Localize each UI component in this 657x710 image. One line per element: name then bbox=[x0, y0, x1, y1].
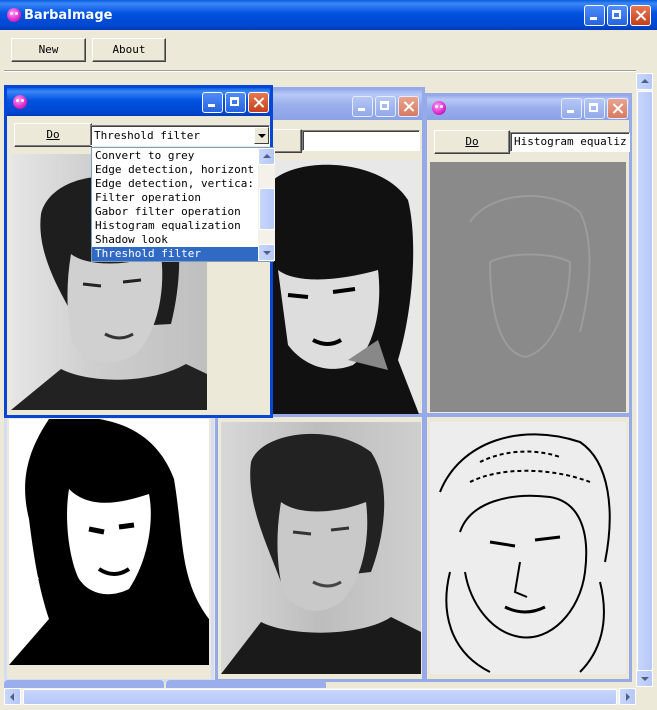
filter-dropdown-list[interactable]: Convert to grey Edge detection, horizont E… bbox=[91, 147, 275, 262]
main-horizontal-scrollbar[interactable] bbox=[4, 688, 636, 705]
main-scroll-up[interactable] bbox=[636, 73, 653, 90]
main-scroll-down[interactable] bbox=[636, 670, 653, 687]
minimized-window-1[interactable] bbox=[4, 680, 164, 688]
w2-minimize-button[interactable] bbox=[352, 96, 373, 117]
close-icon bbox=[399, 97, 418, 116]
image-window-histogram[interactable]: Do Histogram equaliz bbox=[424, 93, 632, 416]
dropdown-option[interactable]: Edge detection, horizont bbox=[92, 163, 258, 177]
dropdown-option[interactable]: Filter operation bbox=[92, 191, 258, 205]
w2-maximize-button[interactable] bbox=[375, 96, 396, 117]
w3-filter-select[interactable]: Histogram equaliz bbox=[510, 132, 630, 152]
minimized-window-2[interactable] bbox=[166, 680, 326, 688]
minimize-icon bbox=[562, 99, 581, 118]
main-hscroll-thumb[interactable] bbox=[23, 689, 617, 705]
w1-filter-value: Threshold filter bbox=[94, 129, 200, 142]
w3-minimize-button[interactable] bbox=[561, 98, 582, 119]
chevron-up-icon bbox=[641, 79, 649, 83]
dropdown-scroll-thumb[interactable] bbox=[259, 188, 275, 230]
w1-dropdown-button[interactable] bbox=[254, 127, 269, 144]
w1-filter-select[interactable]: Threshold filter bbox=[90, 125, 270, 146]
shadow-look-image bbox=[273, 160, 419, 414]
main-minimize-button[interactable] bbox=[584, 5, 605, 26]
chevron-down-icon bbox=[641, 677, 649, 681]
w3-titlebar bbox=[427, 96, 629, 120]
w3-maximize-button[interactable] bbox=[584, 98, 605, 119]
chevron-right-icon bbox=[626, 693, 630, 701]
chevron-down-icon bbox=[263, 251, 271, 255]
toolbar-divider bbox=[4, 70, 636, 72]
dropdown-option[interactable]: Gabor filter operation bbox=[92, 205, 258, 219]
minimize-icon bbox=[203, 93, 222, 112]
app-icon bbox=[432, 101, 446, 115]
histogram-image bbox=[430, 162, 626, 412]
dropdown-option[interactable]: Convert to grey bbox=[92, 149, 258, 163]
image-window-active[interactable]: Do Threshold filter Convert to grey Edge … bbox=[4, 85, 275, 418]
dropdown-option[interactable]: Edge detection, vertica: bbox=[92, 177, 258, 191]
main-titlebar: BarbaImage bbox=[0, 0, 657, 30]
main-scroll-thumb[interactable] bbox=[637, 91, 653, 671]
image-window-bottom-left[interactable] bbox=[4, 414, 214, 682]
main-vertical-scrollbar[interactable] bbox=[636, 73, 653, 687]
threshold-image bbox=[9, 419, 209, 665]
close-icon bbox=[249, 93, 268, 112]
dropdown-option[interactable]: Threshold filter bbox=[92, 247, 258, 261]
w3-close-button[interactable] bbox=[607, 98, 628, 119]
w1-do-button[interactable]: Do bbox=[14, 123, 92, 147]
maximize-icon bbox=[226, 93, 245, 112]
minimize-icon bbox=[353, 97, 372, 116]
w1-close-button[interactable] bbox=[248, 92, 269, 113]
close-icon bbox=[608, 99, 627, 118]
maximize-icon bbox=[585, 99, 604, 118]
app-title: BarbaImage bbox=[24, 8, 113, 23]
image-window-bottom-right[interactable] bbox=[424, 414, 632, 682]
maximize-icon bbox=[608, 6, 627, 25]
minimize-icon bbox=[585, 6, 604, 25]
w1-maximize-button[interactable] bbox=[225, 92, 246, 113]
dropdown-scrollbar[interactable] bbox=[258, 148, 275, 261]
new-button[interactable]: New bbox=[11, 38, 86, 62]
greyscale-image bbox=[221, 422, 421, 674]
main-close-button[interactable] bbox=[630, 5, 651, 26]
w3-do-button[interactable]: Do bbox=[434, 130, 510, 154]
dropdown-scroll-up[interactable] bbox=[258, 148, 275, 165]
dropdown-scroll-down[interactable] bbox=[258, 244, 275, 261]
app-icon bbox=[7, 8, 21, 22]
about-button[interactable]: About bbox=[92, 38, 166, 62]
main-maximize-button[interactable] bbox=[607, 5, 628, 26]
w2-close-button[interactable] bbox=[398, 96, 419, 117]
chevron-up-icon bbox=[263, 154, 271, 158]
close-icon bbox=[631, 6, 650, 25]
main-scroll-left[interactable] bbox=[4, 688, 21, 705]
dropdown-items: Convert to grey Edge detection, horizont E… bbox=[92, 149, 258, 261]
w2-filter-select[interactable] bbox=[302, 130, 420, 151]
edge-detected-image bbox=[430, 422, 626, 674]
w1-titlebar bbox=[7, 88, 270, 116]
dropdown-option[interactable]: Histogram equalization bbox=[92, 219, 258, 233]
maximize-icon bbox=[376, 97, 395, 116]
w1-minimize-button[interactable] bbox=[202, 92, 223, 113]
chevron-left-icon bbox=[10, 693, 14, 701]
chevron-down-icon bbox=[258, 134, 266, 138]
app-icon bbox=[13, 95, 27, 109]
dropdown-option[interactable]: Shadow look bbox=[92, 233, 258, 247]
image-window-bottom-mid[interactable] bbox=[215, 414, 425, 682]
main-scroll-right[interactable] bbox=[619, 688, 636, 705]
